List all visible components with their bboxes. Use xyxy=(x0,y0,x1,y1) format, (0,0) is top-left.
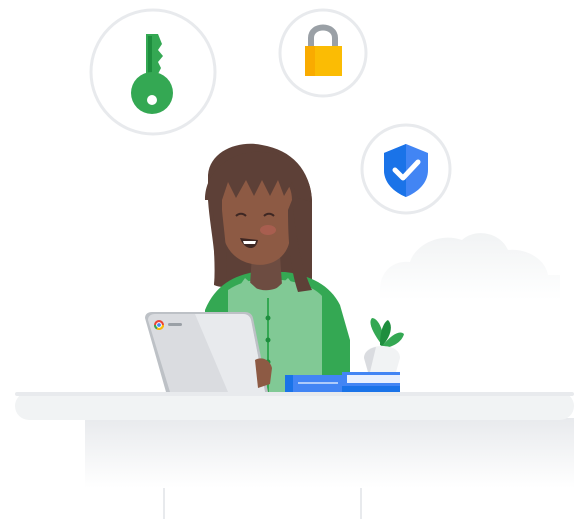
hand xyxy=(255,358,272,388)
laptop xyxy=(145,312,268,392)
desk xyxy=(15,392,574,519)
key-badge xyxy=(89,8,217,136)
plant xyxy=(364,318,404,372)
chrome-logo-icon xyxy=(154,320,164,330)
books xyxy=(285,372,400,393)
shield-badge xyxy=(360,123,452,215)
lock-badge xyxy=(278,8,368,98)
laptop-bar xyxy=(168,323,182,326)
illustration-canvas xyxy=(15,8,574,519)
cloud xyxy=(380,233,560,300)
security-illustration xyxy=(0,0,574,519)
